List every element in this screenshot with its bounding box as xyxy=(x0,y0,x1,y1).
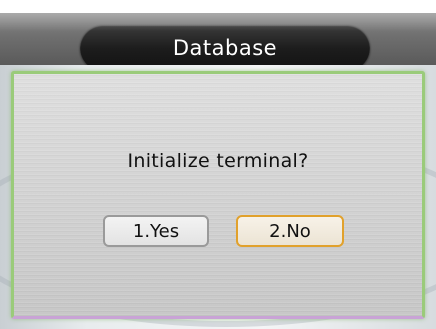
no-button[interactable]: 2.No xyxy=(236,215,344,247)
header-bar: Database xyxy=(0,13,436,71)
confirm-dialog: Initialize terminal? 1.Yes 2.No xyxy=(11,71,425,319)
yes-button[interactable]: 1.Yes xyxy=(103,215,209,247)
page-title: Database xyxy=(172,36,278,60)
dialog-message: Initialize terminal? xyxy=(127,150,309,172)
dialog-surface xyxy=(14,74,422,316)
device-screen: Database Initialize terminal? 1.Yes 2.No xyxy=(0,0,436,329)
